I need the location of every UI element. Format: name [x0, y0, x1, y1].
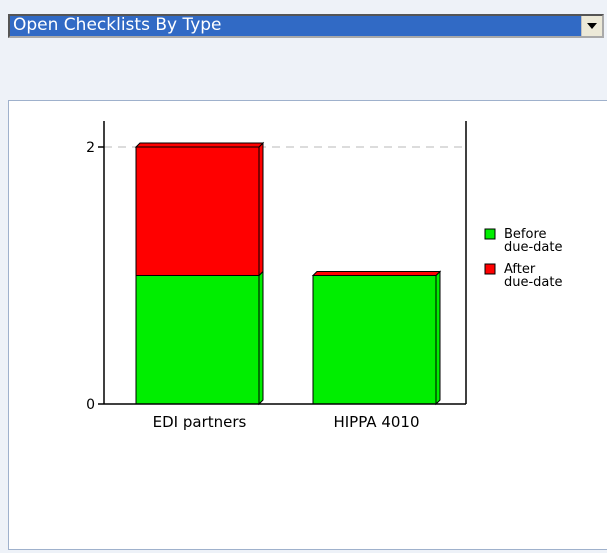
y-tick-label: 2 — [86, 140, 95, 156]
bar-edi-partners-after-side — [258, 141, 264, 277]
bar-hippa-4010-before — [312, 270, 441, 406]
bar-top-1 — [311, 271, 442, 276]
bar-hippa-4010-before-side — [435, 270, 441, 406]
dropdown-arrow-button[interactable] — [581, 16, 602, 36]
chevron-down-icon — [587, 23, 597, 29]
legend-swatch-1 — [484, 263, 496, 275]
chart-panel: EDI partners HIPPA 4010 0 2 Before due-date A… — [8, 100, 607, 550]
x-tick-label: EDI partners — [153, 413, 247, 431]
bar-edi-partners-after-face — [135, 146, 260, 276]
bar-edi-partners-before — [135, 270, 264, 406]
stacked-bar-chart: EDI partners HIPPA 401002 Beforedue-dateA… — [86, 121, 563, 431]
dropdown-selected-value: Open Checklists By Type — [10, 16, 582, 36]
bar-edi-partners-before-face — [135, 275, 260, 405]
bar-hippa-4010-before-face — [312, 275, 437, 405]
x-tick-label: HIPPA 4010 — [333, 413, 419, 431]
y-tick-label: 0 — [86, 397, 95, 413]
bar-edi-partners-before-side — [258, 270, 264, 406]
bar-top-0 — [134, 142, 265, 148]
checklist-type-dropdown[interactable]: Open Checklists By Type — [8, 14, 604, 38]
legend-swatch-0 — [484, 228, 496, 240]
legend-label-1: due-date — [504, 275, 563, 290]
legend-label-0: due-date — [504, 240, 563, 255]
bar-edi-partners-after — [135, 141, 264, 277]
